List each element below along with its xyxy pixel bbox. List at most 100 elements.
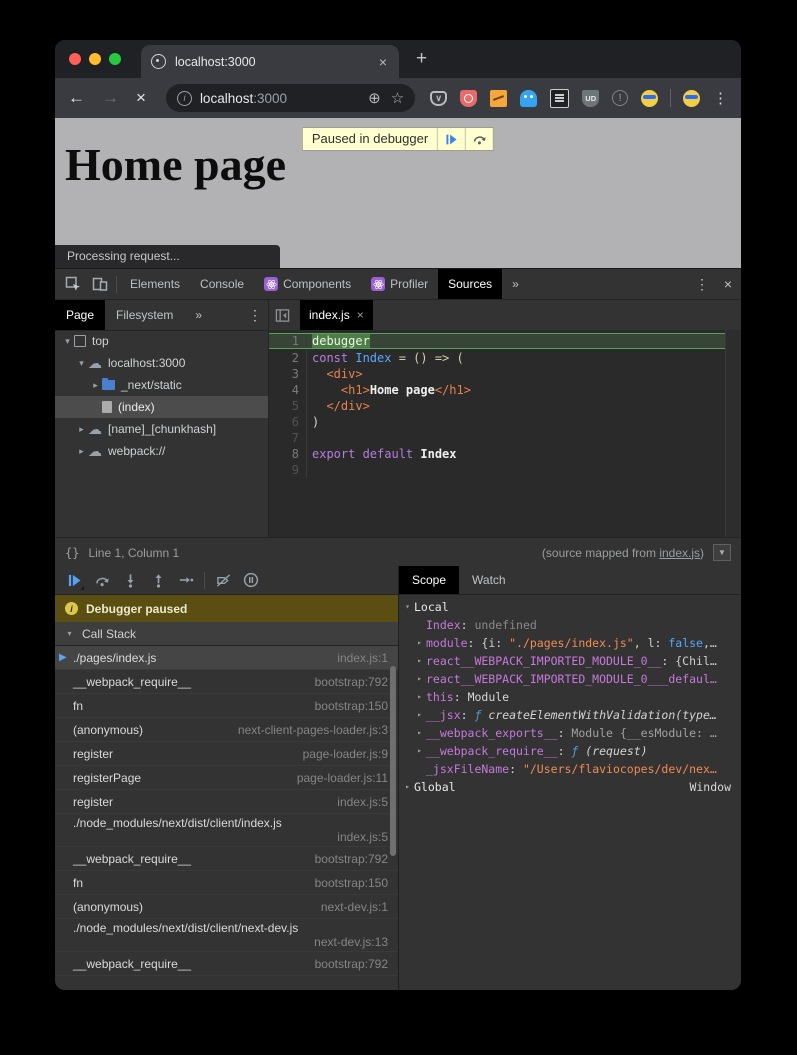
- stop-icon[interactable]: ×: [136, 88, 146, 108]
- minimize-window-button[interactable]: [89, 53, 101, 65]
- devtools-tab-profiler[interactable]: Profiler: [361, 269, 438, 299]
- analytics-extension-icon[interactable]: [490, 90, 507, 107]
- code-line-3[interactable]: 3 <div>: [269, 366, 725, 382]
- navigator-menu-icon[interactable]: ⋮: [242, 307, 268, 324]
- call-stack-frame-register[interactable]: registerpage-loader.js:9: [55, 742, 398, 766]
- editor-scrollbar[interactable]: [725, 330, 741, 537]
- scope-entry[interactable]: ▸module: {i: "./pages/index.js", l: fals…: [399, 634, 741, 652]
- source-mapped-file-link[interactable]: index.js: [659, 546, 700, 560]
- tree-item-next-static[interactable]: ▸_next/static: [55, 374, 268, 396]
- tree-item-webpack[interactable]: ▸☁webpack://: [55, 440, 268, 462]
- scope-entry[interactable]: ▸__webpack_require__: ƒ (request): [399, 742, 741, 760]
- disclosure-arrow-icon[interactable]: ▾: [61, 336, 74, 347]
- avatar-extension-icon[interactable]: [641, 90, 658, 107]
- close-window-button[interactable]: [69, 53, 81, 65]
- disclosure-arrow-icon[interactable]: ▸: [413, 742, 426, 760]
- disclosure-arrow-icon[interactable]: ▸: [413, 652, 426, 670]
- ghostery-extension-icon[interactable]: [520, 90, 537, 107]
- call-stack-frame-anonymous[interactable]: (anonymous)next-dev.js:1: [55, 895, 398, 919]
- line-number[interactable]: 9: [269, 462, 307, 478]
- collapse-sidebar-icon[interactable]: [269, 302, 296, 328]
- code-editor[interactable]: 1debugger2const Index = () => (3 <div>4 …: [269, 330, 741, 537]
- step-over-button[interactable]: [465, 128, 493, 150]
- new-tab-button[interactable]: +: [416, 48, 427, 70]
- disclosure-arrow-icon[interactable]: ▸: [413, 670, 426, 688]
- scope-entry[interactable]: ▾Local: [399, 598, 741, 616]
- pocket-extension-icon[interactable]: ∨: [430, 91, 447, 106]
- code-line-4[interactable]: 4 <h1>Home page</h1>: [269, 382, 725, 398]
- code-line-6[interactable]: 6): [269, 414, 725, 430]
- alert-extension-icon[interactable]: !: [612, 90, 628, 106]
- tree-item-index[interactable]: (index): [55, 396, 268, 418]
- bookmark-star-icon[interactable]: ☆: [391, 89, 404, 107]
- file-tab-indexjs[interactable]: index.js ×: [300, 300, 373, 330]
- devtools-tab-more[interactable]: »: [502, 269, 529, 299]
- devtools-menu-icon[interactable]: ⋮: [689, 276, 715, 293]
- browser-menu-icon[interactable]: ⋮: [713, 91, 728, 106]
- code-line-8[interactable]: 8export default Index: [269, 446, 725, 462]
- code-line-2[interactable]: 2const Index = () => (: [269, 350, 725, 366]
- file-tab-close-icon[interactable]: ×: [357, 308, 364, 322]
- line-number[interactable]: 6: [269, 414, 307, 430]
- resume-icon[interactable]: [61, 568, 87, 592]
- code-line-9[interactable]: 9: [269, 462, 725, 478]
- scope-tab-watch[interactable]: Watch: [459, 566, 519, 594]
- scope-entry[interactable]: ▸__webpack_exports__: Module {__esModule…: [399, 724, 741, 742]
- call-stack-frame-fn[interactable]: fnbootstrap:150: [55, 871, 398, 895]
- scope-entry[interactable]: ▸react__WEBPACK_IMPORTED_MODULE_0___defa…: [399, 670, 741, 688]
- call-stack-frame-pages-index-js[interactable]: ▶./pages/index.jsindex.js:1: [55, 646, 398, 670]
- line-number[interactable]: 1: [269, 334, 307, 348]
- scope-entry[interactable]: _jsxFileName: "/Users/flaviocopes/dev/ne…: [399, 760, 741, 778]
- zoom-level-icon[interactable]: ⊕: [368, 89, 381, 107]
- call-stack-frame-fn[interactable]: fnbootstrap:150: [55, 694, 398, 718]
- devtools-tab-elements[interactable]: Elements: [120, 269, 190, 299]
- disclosure-arrow-icon[interactable]: ▸: [413, 724, 426, 742]
- scope-entry[interactable]: ▸react__WEBPACK_IMPORTED_MODULE_0__: {Ch…: [399, 652, 741, 670]
- call-stack-frame-anonymous[interactable]: (anonymous)next-client-pages-loader.js:3: [55, 718, 398, 742]
- call-stack-frame-register[interactable]: registerindex.js:5: [55, 790, 398, 814]
- step-into-icon[interactable]: [117, 568, 143, 592]
- browser-tab[interactable]: localhost:3000 ×: [141, 45, 399, 78]
- scope-entry[interactable]: ▸__jsx: ƒ createElementWithValidation(ty…: [399, 706, 741, 724]
- ublock-extension-icon[interactable]: UD: [582, 90, 599, 107]
- line-number[interactable]: 5: [269, 398, 307, 414]
- call-stack-frame-node-modules-next-dist-client-next-dev-js[interactable]: ./node_modules/next/dist/client/next-dev…: [55, 919, 398, 952]
- call-stack-frame-webpack-require[interactable]: __webpack_require__bootstrap:792: [55, 670, 398, 694]
- profile-avatar-icon[interactable]: [683, 90, 700, 107]
- code-line-5[interactable]: 5 </div>: [269, 398, 725, 414]
- line-number[interactable]: 4: [269, 382, 307, 398]
- devtools-close-icon[interactable]: ×: [715, 276, 741, 292]
- back-icon[interactable]: ←: [68, 88, 85, 108]
- step-over-icon[interactable]: [89, 568, 115, 592]
- tab-close-icon[interactable]: ×: [377, 53, 389, 71]
- disclosure-arrow-icon[interactable]: ▸: [413, 688, 426, 706]
- devtools-tab-console[interactable]: Console: [190, 269, 254, 299]
- navigator-tab-page[interactable]: Page: [55, 300, 105, 330]
- pause-on-exceptions-icon[interactable]: [238, 568, 264, 592]
- tree-item-name-chunkhash[interactable]: ▸☁[name]_[chunkhash]: [55, 418, 268, 440]
- scope-entry[interactable]: Index: undefined: [399, 616, 741, 634]
- scope-entry[interactable]: ▸GlobalWindow: [399, 778, 741, 796]
- site-info-icon[interactable]: i: [177, 91, 192, 106]
- address-bar[interactable]: i localhost:3000 ⊕ ☆: [166, 84, 415, 112]
- call-stack-frame-webpack-require[interactable]: __webpack_require__bootstrap:792: [55, 847, 398, 871]
- tree-item-localhost-3000[interactable]: ▾☁localhost:3000: [55, 352, 268, 374]
- disclosure-arrow-icon[interactable]: ▸: [75, 446, 88, 457]
- line-number[interactable]: 7: [269, 430, 307, 446]
- call-stack-frame-node-modules-next-dist-client-index-js[interactable]: ./node_modules/next/dist/client/index.js…: [55, 814, 398, 847]
- disclosure-arrow-icon[interactable]: ▸: [401, 778, 414, 796]
- disclosure-arrow-icon[interactable]: ▸: [413, 634, 426, 652]
- deactivate-breakpoints-icon[interactable]: [210, 568, 236, 592]
- call-stack-header[interactable]: ▾ Call Stack: [55, 622, 398, 646]
- code-line-1[interactable]: 1debugger: [269, 333, 725, 349]
- tree-item-top[interactable]: ▾top: [55, 330, 268, 352]
- scope-entry[interactable]: ▸this: Module: [399, 688, 741, 706]
- inspect-element-icon[interactable]: [59, 271, 86, 297]
- code-line-7[interactable]: 7: [269, 430, 725, 446]
- devtools-tab-components[interactable]: Components: [254, 269, 361, 299]
- navigator-tab-more[interactable]: »: [184, 300, 213, 330]
- disclosure-arrow-icon[interactable]: ▾: [401, 598, 414, 616]
- call-stack-frame-webpack-require[interactable]: __webpack_require__bootstrap:792: [55, 952, 398, 976]
- scope-tab-scope[interactable]: Scope: [399, 566, 459, 594]
- pretty-print-icon[interactable]: {}: [65, 546, 79, 560]
